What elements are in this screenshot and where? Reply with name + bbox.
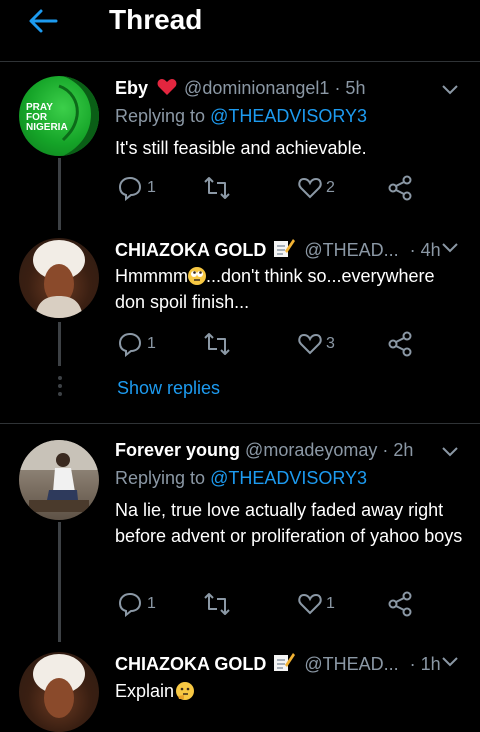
like-button[interactable]: 1 (298, 590, 335, 618)
avatar-text: NIGERIA (26, 122, 68, 133)
handle[interactable]: @THEAD... (304, 240, 398, 260)
memo-emoji (274, 653, 296, 671)
share-button[interactable] (387, 590, 413, 618)
arrow-left-icon[interactable] (28, 8, 58, 34)
display-name[interactable]: CHIAZOKA GOLD (115, 654, 266, 674)
retweet-icon (204, 593, 230, 615)
retweet-button[interactable] (203, 590, 231, 618)
timestamp: · 2h (382, 440, 414, 460)
tweet[interactable]: Forever young @moradeyomay · 2h Replying… (0, 424, 480, 644)
like-count: 2 (326, 179, 335, 196)
page-title: Thread (109, 4, 203, 35)
handle[interactable]: @dominionangel1 (184, 78, 329, 98)
avatar[interactable] (19, 652, 99, 732)
tweet-actions: 1 1 (115, 590, 435, 620)
tweet-actions: 1 3 (115, 330, 435, 360)
tweet-text: Explain (115, 678, 465, 704)
retweet-icon (204, 177, 230, 199)
reply-count: 1 (147, 335, 156, 352)
tweet-header: Forever young @moradeyomay · 2h (115, 440, 413, 461)
reply-button[interactable]: 1 (117, 174, 156, 202)
tweet-text-part: Explain (115, 681, 175, 701)
timestamp: · 4h (409, 240, 441, 260)
heart-icon (298, 177, 322, 199)
chevron-down-icon[interactable] (441, 242, 459, 254)
reply-icon (118, 176, 142, 201)
reply-count: 1 (147, 179, 156, 196)
tweet-text-part: Hmmmm (115, 266, 188, 286)
chevron-down-icon[interactable] (441, 446, 459, 458)
handle[interactable]: @THEAD... (304, 654, 398, 674)
reply-button[interactable]: 1 (117, 330, 156, 358)
replying-label: Replying to (115, 468, 206, 488)
mention-link[interactable]: @THEADVISORY3 (210, 468, 367, 488)
reply-icon (118, 332, 142, 357)
timestamp: · 1h (409, 654, 441, 674)
tweet[interactable]: CHIAZOKA GOLD @THEAD... · 4h Hmmmm ...don… (0, 230, 480, 420)
tweet-actions: 1 2 (115, 174, 435, 204)
timestamp: · 5h (334, 78, 366, 98)
heart-icon (298, 593, 322, 615)
display-name[interactable]: CHIAZOKA GOLD (115, 240, 266, 260)
heart-icon (298, 333, 322, 355)
memo-emoji (274, 239, 296, 257)
tweet-text: Hmmmm ...don't think so...everywhere don … (115, 263, 465, 315)
share-icon (388, 175, 412, 201)
profile-photo-icon (33, 654, 85, 718)
thinking-face-emoji (176, 682, 195, 700)
replying-to: Replying to @THEADVISORY3 (115, 106, 367, 127)
retweet-icon (204, 333, 230, 355)
top-bar: Thread (0, 0, 480, 58)
tweet-header: Eby @dominionangel1 · 5h (115, 78, 365, 99)
tweet-text-part: ...don't think so...everywhere (205, 266, 435, 286)
reply-icon (118, 592, 142, 617)
like-count: 1 (326, 595, 335, 612)
reply-count: 1 (147, 595, 156, 612)
share-button[interactable] (387, 330, 413, 358)
tweet-header: CHIAZOKA GOLD @THEAD... · 4h (115, 238, 441, 261)
tweet-text: It's still feasible and achievable. (115, 138, 367, 158)
handle[interactable]: @moradeyomay (245, 440, 377, 460)
avatar[interactable] (19, 440, 99, 520)
tweet[interactable]: PRAY FOR NIGERIA Eby @dominionangel1 · 5… (0, 62, 480, 232)
retweet-button[interactable] (203, 174, 231, 202)
tweet-text: Na lie, true love actually faded away ri… (115, 500, 463, 546)
retweet-button[interactable] (203, 330, 231, 358)
replying-to: Replying to @THEADVISORY3 (115, 468, 367, 489)
tweet-text-part: don spoil finish... (115, 292, 250, 312)
red-heart-emoji (157, 79, 177, 95)
display-name[interactable]: Eby (115, 78, 148, 98)
share-icon (388, 331, 412, 357)
rolling-eyes-emoji (187, 267, 206, 285)
avatar[interactable]: PRAY FOR NIGERIA (19, 76, 99, 156)
chevron-down-icon[interactable] (441, 84, 459, 96)
replying-label: Replying to (115, 106, 206, 126)
avatar[interactable] (19, 238, 99, 318)
like-count: 3 (326, 335, 335, 352)
tweet-header: CHIAZOKA GOLD @THEAD... · 1h (115, 652, 441, 675)
show-replies-link[interactable]: Show replies (117, 378, 220, 399)
mention-link[interactable]: @THEADVISORY3 (210, 106, 367, 126)
tweet[interactable]: CHIAZOKA GOLD @THEAD... · 1h Explain (0, 642, 480, 732)
display-name[interactable]: Forever young (115, 440, 240, 460)
chevron-down-icon[interactable] (441, 656, 459, 668)
profile-photo-icon (33, 240, 85, 318)
profile-photo-icon (19, 440, 99, 512)
share-icon (388, 591, 412, 617)
reply-button[interactable]: 1 (117, 590, 156, 618)
like-button[interactable]: 3 (298, 330, 335, 358)
share-button[interactable] (387, 174, 413, 202)
like-button[interactable]: 2 (298, 174, 335, 202)
